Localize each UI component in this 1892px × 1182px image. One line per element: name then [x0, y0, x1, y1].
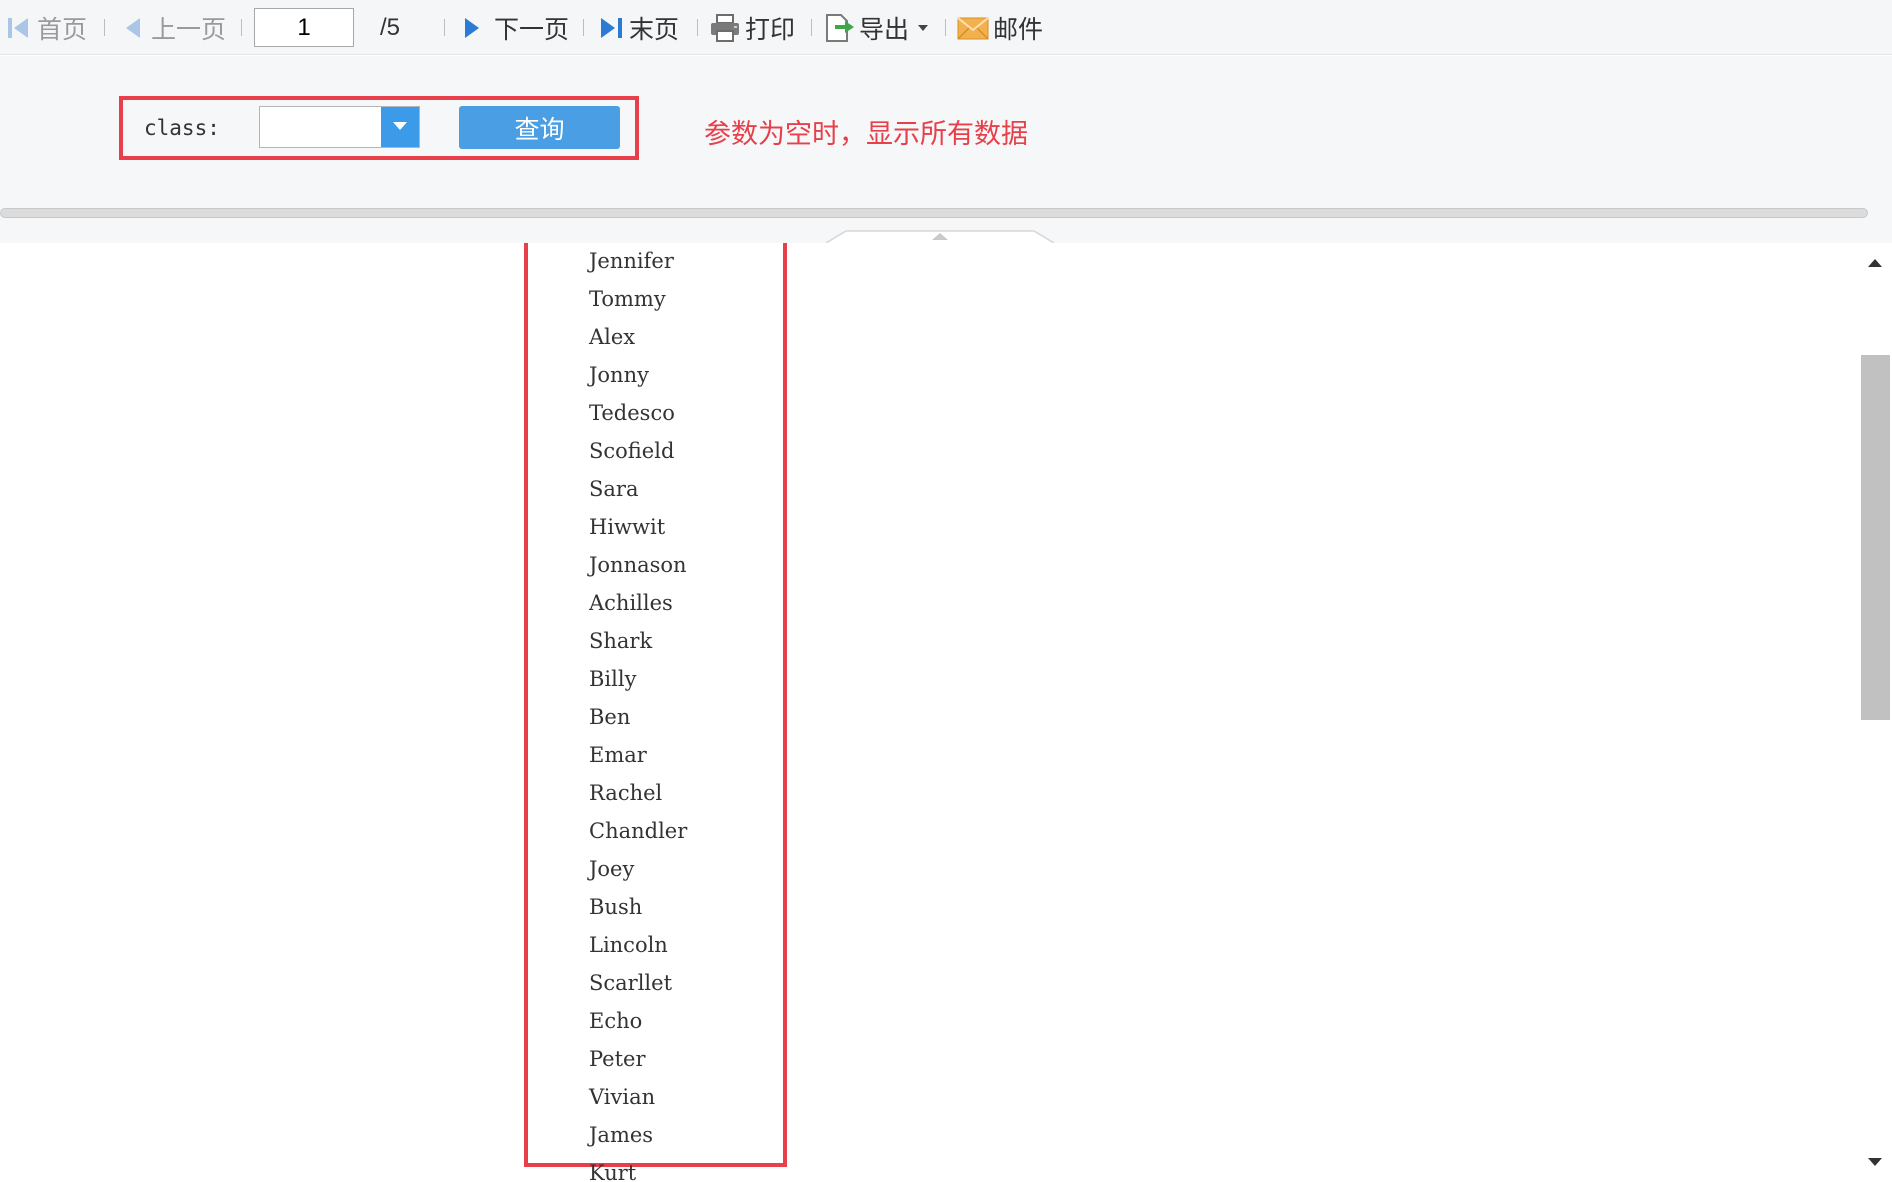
class-combobox-value[interactable] — [260, 107, 380, 147]
next-page-button[interactable]: 下一页 — [462, 0, 569, 55]
name-cell: Jennifer — [589, 249, 674, 273]
name-cell: Emar — [589, 743, 647, 767]
name-cell: Ben — [589, 705, 631, 729]
scroll-down-button[interactable] — [1858, 1148, 1892, 1178]
name-cell: Jonny — [589, 363, 649, 387]
name-cell: Sara — [589, 477, 639, 501]
name-cell: Achilles — [589, 591, 673, 615]
first-page-label: 首页 — [37, 15, 88, 44]
name-cell: Alex — [589, 325, 636, 349]
combobox-dropdown-button[interactable] — [381, 107, 419, 147]
toolbar-divider — [104, 19, 105, 36]
prev-page-button[interactable]: 上一页 — [123, 0, 226, 55]
class-combobox[interactable] — [259, 106, 420, 148]
name-cell: Lincoln — [589, 933, 668, 957]
name-cell: Rachel — [589, 781, 663, 805]
scrollbar-thumb[interactable] — [1861, 355, 1890, 720]
report-content: Jennifer Tommy Alex Jonny Tedesco Scofield Sar… — [0, 243, 1858, 1182]
page-total: /5 — [380, 13, 401, 41]
name-cell: James — [589, 1123, 654, 1147]
name-cell: Scofield — [589, 439, 675, 463]
next-page-label: 下一页 — [494, 15, 570, 44]
parameter-panel: class: 查询 参数为空时，显示所有数据 — [0, 56, 1892, 244]
mail-button[interactable]: 邮件 — [957, 0, 1043, 55]
toolbar-divider — [811, 19, 812, 36]
name-cell: Kurt — [589, 1161, 637, 1182]
name-cell: Shark — [589, 629, 653, 653]
name-cell: Joey — [589, 857, 635, 881]
last-page-button[interactable]: 末页 — [598, 0, 679, 55]
scroll-up-button[interactable] — [1858, 249, 1892, 279]
print-label: 打印 — [745, 15, 796, 44]
envelope-icon — [957, 15, 989, 41]
query-button[interactable]: 查询 — [459, 106, 620, 149]
name-cell: Echo — [589, 1009, 643, 1033]
name-cell: Tedesco — [589, 401, 675, 425]
empty-param-annotation: 参数为空时，显示所有数据 — [704, 119, 1028, 149]
panel-resize-bar[interactable] — [0, 208, 1868, 218]
mail-label: 邮件 — [993, 15, 1044, 44]
report-toolbar: 首页 上一页 /5 下一页 末页 — [0, 0, 1892, 55]
name-cell: Scarllet — [589, 971, 673, 995]
scroll-down-arrow-icon — [1867, 1154, 1883, 1172]
name-cell: Peter — [589, 1047, 646, 1071]
vertical-scrollbar[interactable] — [1858, 243, 1892, 1182]
name-cell: Billy — [589, 667, 637, 691]
prev-page-label: 上一页 — [151, 15, 227, 44]
name-cell: Tommy — [589, 287, 666, 311]
print-button[interactable]: 打印 — [709, 0, 795, 55]
export-icon — [823, 12, 855, 44]
last-page-label: 末页 — [629, 15, 680, 44]
first-page-button[interactable]: 首页 — [6, 0, 87, 55]
toolbar-divider — [697, 19, 698, 36]
next-page-icon — [462, 16, 482, 40]
prev-page-icon — [123, 16, 143, 40]
name-cell: Vivian — [589, 1085, 656, 1109]
page-number-input[interactable] — [254, 8, 354, 47]
export-button[interactable]: 导出 — [823, 0, 929, 55]
toolbar-divider — [583, 19, 584, 36]
chevron-down-icon — [392, 118, 408, 136]
class-param-label: class: — [144, 116, 220, 140]
name-cell: Chandler — [589, 819, 688, 843]
names-highlight-frame — [524, 243, 787, 1167]
export-label: 导出 — [859, 15, 910, 44]
printer-icon — [709, 13, 741, 43]
collapse-panel-toggle[interactable] — [825, 229, 1055, 244]
caret-down-icon[interactable] — [917, 24, 929, 32]
last-page-icon — [598, 16, 624, 40]
toolbar-divider — [945, 19, 946, 36]
toolbar-divider — [241, 19, 242, 36]
name-cell: Hiwwit — [589, 515, 666, 539]
name-cell: Jonnason — [589, 553, 687, 577]
first-page-icon — [6, 16, 32, 40]
scroll-up-arrow-icon — [1867, 255, 1883, 273]
toolbar-divider — [444, 19, 445, 36]
name-cell: Bush — [589, 895, 643, 919]
